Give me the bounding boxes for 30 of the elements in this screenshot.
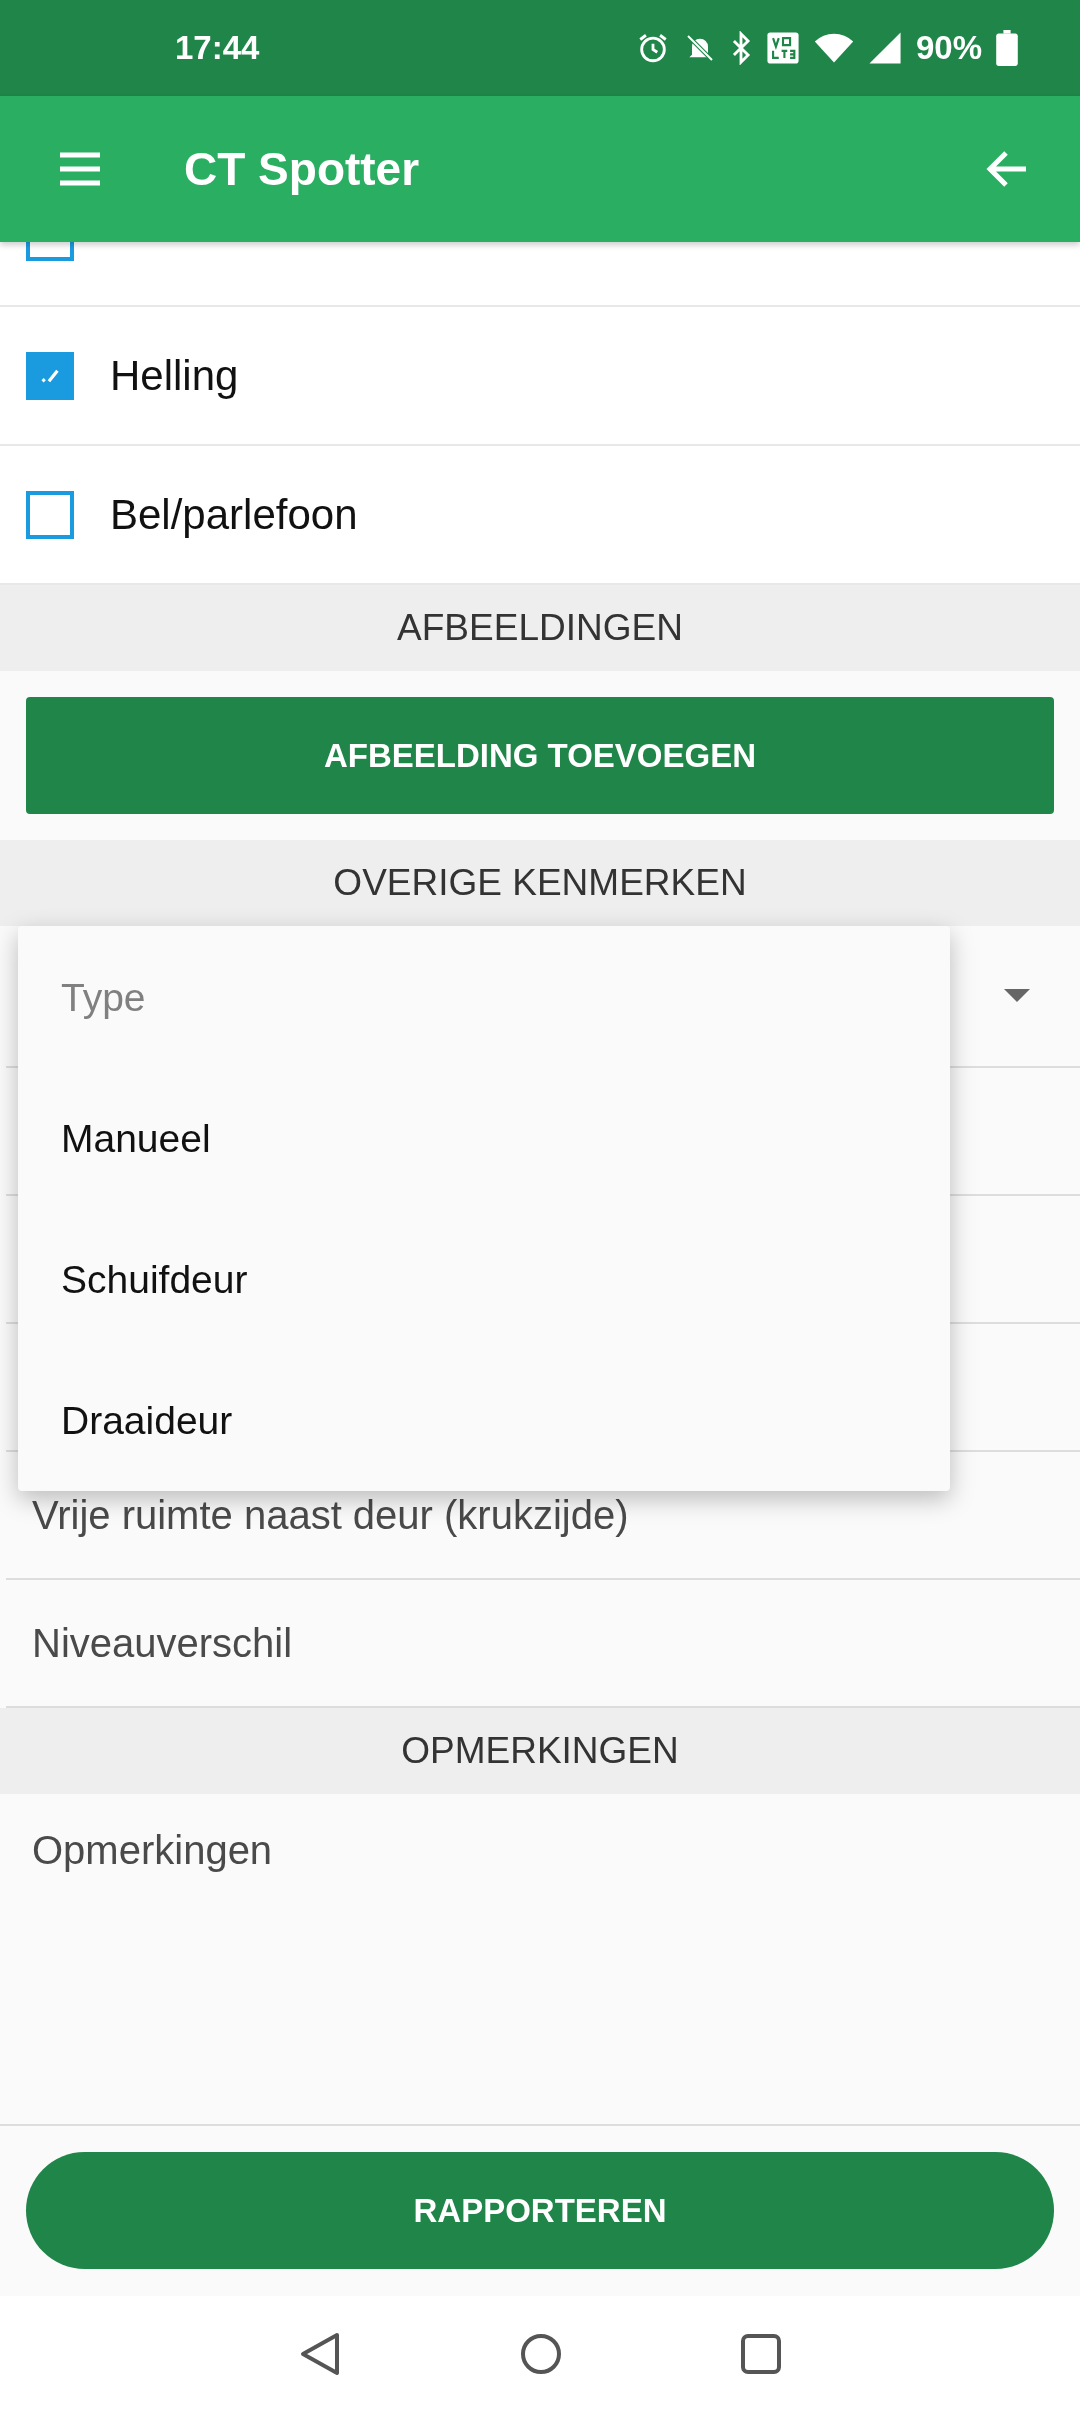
report-button[interactable]: RAPPORTEREN (26, 2152, 1054, 2269)
checkbox[interactable] (26, 351, 74, 400)
volte-icon (765, 31, 800, 65)
wifi-icon (813, 32, 854, 64)
dropdown-option[interactable]: Draaideur (18, 1350, 950, 1491)
checkbox-label: Bel/parlefoon (110, 490, 358, 539)
battery-percentage: 90% (915, 29, 982, 67)
checkbox-label: Helling (110, 351, 239, 400)
back-nav-icon[interactable] (299, 2332, 342, 2376)
input-field[interactable]: Niveauverschil (6, 1620, 932, 1666)
dropdown-hint: Type (60, 975, 147, 1022)
clock-time: 17:44 (175, 29, 260, 67)
remarks-field[interactable]: Opmerkingen (0, 1794, 1080, 2124)
home-nav-icon[interactable] (520, 2333, 562, 2375)
app-title: CT Spotter (184, 142, 421, 196)
checkbox[interactable] (26, 490, 74, 539)
battery-icon (996, 30, 1018, 66)
dropdown-option[interactable]: Manueel (18, 1068, 950, 1210)
dropdown-option[interactable]: Schuifdeur (18, 1209, 950, 1351)
menu-icon (58, 152, 102, 186)
section-header: OPMERKINGEN (0, 1708, 1080, 1794)
recents-nav-icon[interactable] (740, 2334, 781, 2374)
dropdown-caret-icon (1004, 989, 1030, 1003)
section-header: OVERIGE KENMERKEN (0, 840, 1080, 926)
add-image-button[interactable]: AFBEELDING TOEVOEGEN (26, 697, 1054, 814)
back-arrow-icon (986, 150, 1028, 188)
checkmark-icon (41, 368, 59, 383)
cell-signal-icon (867, 31, 902, 65)
input-field[interactable]: Vrije ruimte naast deur (krukzijde) (6, 1492, 932, 1538)
section-header: AFBEELDINGEN (0, 585, 1080, 671)
